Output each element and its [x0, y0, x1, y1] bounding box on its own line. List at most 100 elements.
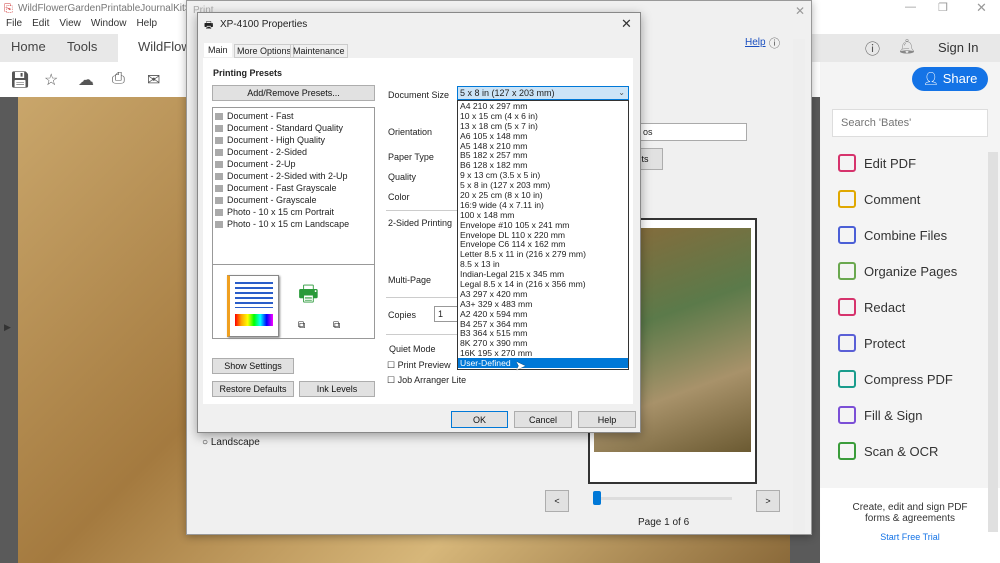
document-size-option[interactable]: B6 128 x 182 mm [458, 160, 628, 170]
document-size-option[interactable]: 8.5 x 13 in [458, 259, 628, 269]
properties-close-icon[interactable]: ✕ [621, 16, 632, 32]
ok-button[interactable]: OK [451, 411, 508, 428]
tool-comment[interactable]: Comment [838, 190, 920, 208]
start-free-trial-link[interactable]: Start Free Trial [820, 532, 1000, 542]
expand-left-icon[interactable]: ▶ [4, 322, 11, 333]
printer-icon: 🖶︎ [204, 20, 214, 31]
tool-icon [838, 442, 856, 460]
document-size-select[interactable]: 5 x 8 in (127 x 203 mm) ⌄ [457, 86, 629, 100]
help-icon[interactable]: ⓘ [865, 38, 880, 59]
menu-window[interactable]: Window [91, 18, 127, 29]
document-size-option[interactable]: Envelope C6 114 x 162 mm [458, 239, 628, 250]
tool-combine-files[interactable]: Combine Files [838, 226, 947, 244]
mail-icon[interactable]: ✉︎ [147, 70, 160, 90]
document-size-option[interactable]: 20 x 25 cm (8 x 10 in) [458, 190, 628, 200]
preset-item[interactable]: Document - Fast Grayscale [213, 182, 374, 194]
preset-item[interactable]: Document - Standard Quality [213, 122, 374, 134]
document-size-option[interactable]: A6 105 x 148 mm [458, 131, 628, 141]
right-pane-scrollbar[interactable] [988, 152, 998, 532]
document-size-option[interactable]: Indian-Legal 215 x 345 mm [458, 269, 628, 279]
document-size-option[interactable]: A2 420 x 594 mm [458, 309, 628, 319]
preset-item[interactable]: Document - 2-Sided with 2-Up [213, 170, 374, 182]
tool-scan-ocr[interactable]: Scan & OCR [838, 442, 938, 460]
preset-item[interactable]: Photo - 10 x 15 cm Portrait [213, 206, 374, 218]
document-size-option[interactable]: A5 148 x 210 mm [458, 141, 628, 151]
document-size-option[interactable]: B4 257 x 364 mm [458, 319, 628, 329]
add-remove-presets-button[interactable]: Add/Remove Presets... [212, 85, 375, 101]
page-slider[interactable] [597, 497, 732, 500]
document-size-option[interactable]: Legal 8.5 x 14 in (216 x 356 mm) [458, 279, 628, 289]
tab-tools[interactable]: Tools [67, 39, 97, 54]
document-size-options[interactable]: A4 210 x 297 mm 10 x 15 cm (4 x 6 in) 13 x… [457, 100, 629, 370]
tool-edit-pdf[interactable]: Edit PDF [838, 154, 916, 172]
star-icon[interactable]: ☆ [44, 70, 58, 90]
ink-levels-button[interactable]: Ink Levels [299, 381, 375, 397]
menu-edit[interactable]: Edit [32, 18, 49, 29]
preset-item[interactable]: Photo - 10 x 15 cm Landscape [213, 218, 374, 230]
tool-organize-pages[interactable]: Organize Pages [838, 262, 957, 280]
preset-item[interactable]: Document - Grayscale [213, 194, 374, 206]
document-size-option[interactable]: 9 x 13 cm (3.5 x 5 in) [458, 170, 628, 180]
print-preview-checkbox[interactable]: ☐ Print Preview [387, 360, 451, 371]
document-size-option[interactable]: 5 x 8 in (127 x 203 mm) [458, 180, 628, 190]
presets-list[interactable]: Document - Fast Document - Standard Quali… [212, 107, 375, 265]
document-size-option[interactable]: A3 297 x 420 mm [458, 289, 628, 299]
tool-compress-pdf[interactable]: Compress PDF [838, 370, 953, 388]
tool-protect[interactable]: Protect [838, 334, 905, 352]
share-label: Share [942, 71, 978, 86]
printer-select[interactable]: os [627, 123, 747, 141]
document-size-option[interactable]: Envelope DL 110 x 220 mm [458, 230, 628, 240]
close-icon[interactable]: ✕ [976, 0, 987, 16]
preset-item[interactable]: Document - Fast [213, 110, 374, 122]
help-link[interactable]: Help [745, 37, 766, 48]
document-size-option[interactable]: User-Defined [458, 358, 628, 368]
preset-item[interactable]: Document - High Quality [213, 134, 374, 146]
menu-help[interactable]: Help [136, 18, 157, 29]
cancel-button[interactable]: Cancel [514, 411, 572, 428]
share-button[interactable]: 👤︎ Share [912, 67, 988, 91]
print-icon[interactable]: ⎙ [112, 70, 125, 88]
tool-fill-sign[interactable]: Fill & Sign [838, 406, 923, 424]
minimize-icon[interactable]: — [905, 1, 916, 13]
bell-icon[interactable]: 🔔︎ [898, 38, 916, 55]
document-size-option[interactable]: 8K 270 x 390 mm [458, 338, 628, 348]
document-size-option[interactable]: B3 364 x 515 mm [458, 328, 628, 339]
document-size-option[interactable]: 10 x 15 cm (4 x 6 in) [458, 111, 628, 121]
tool-redact[interactable]: Redact [838, 298, 905, 316]
tool-icon [838, 154, 856, 172]
menu-file[interactable]: File [6, 18, 22, 29]
document-size-option[interactable]: 16:9 wide (4 x 7.11 in) [458, 200, 628, 210]
document-size-option[interactable]: A3+ 329 x 483 mm [458, 299, 628, 309]
sign-in-link[interactable]: Sign In [938, 40, 978, 55]
page-slider-thumb[interactable] [593, 491, 601, 505]
menu-view[interactable]: View [59, 18, 81, 29]
save-icon[interactable]: 💾︎ [10, 70, 30, 90]
print-scrollbar[interactable] [793, 39, 805, 534]
tool-icon [838, 190, 856, 208]
tab-maintenance[interactable]: Maintenance [290, 44, 348, 58]
preset-item[interactable]: Document - 2-Up [213, 158, 374, 170]
preset-item[interactable]: Document - 2-Sided [213, 146, 374, 158]
document-size-option[interactable]: A4 210 x 297 mm [458, 101, 628, 111]
tab-home[interactable]: Home [11, 39, 46, 54]
upload-icon[interactable]: ☁︎ [78, 70, 94, 90]
print-close-icon[interactable]: ✕ [795, 4, 805, 18]
tab-main[interactable]: Main [204, 43, 232, 57]
job-arranger-checkbox[interactable]: ☐ Job Arranger Lite [387, 375, 466, 386]
document-size-option[interactable]: 100 x 148 mm [458, 210, 628, 220]
search-input[interactable] [832, 109, 988, 137]
landscape-radio[interactable]: ○ Landscape [202, 437, 260, 448]
show-settings-button[interactable]: Show Settings [212, 358, 294, 374]
document-size-option[interactable]: B5 182 x 257 mm [458, 150, 628, 161]
document-size-option[interactable]: 13 x 18 cm (5 x 7 in) [458, 121, 628, 131]
restore-icon[interactable]: ❐ [938, 1, 948, 14]
restore-defaults-button[interactable]: Restore Defaults [212, 381, 294, 397]
document-size-option[interactable]: 16K 195 x 270 mm [458, 348, 628, 358]
help-button[interactable]: Help [578, 411, 636, 428]
document-size-option[interactable]: Letter 8.5 x 11 in (216 x 279 mm) [458, 249, 628, 259]
document-size-option[interactable]: Envelope #10 105 x 241 mm [458, 220, 628, 230]
prev-page-button[interactable]: < [545, 490, 569, 512]
document-size-label: Document Size [388, 90, 450, 100]
tab-more-options[interactable]: More Options [234, 44, 295, 58]
next-page-button[interactable]: > [756, 490, 780, 512]
